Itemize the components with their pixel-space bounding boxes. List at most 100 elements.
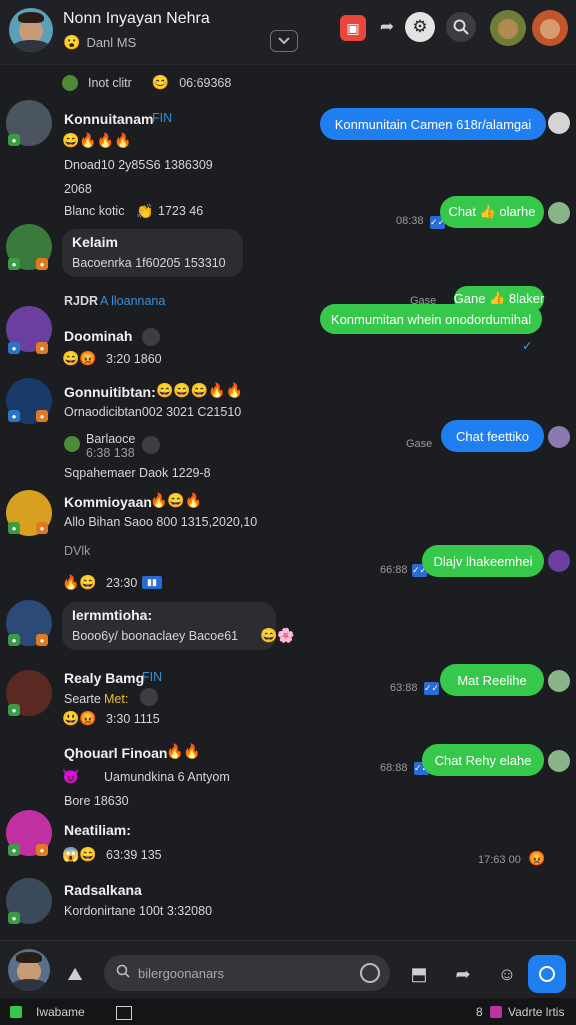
outgoing-message[interactable]: Chat feettiko <box>441 420 544 452</box>
online-badge: ● <box>8 410 20 422</box>
chevron-down-icon[interactable] <box>270 30 298 52</box>
sender-name: Neatiliam: <box>64 822 131 838</box>
send-button[interactable] <box>528 955 566 993</box>
share-arrow-icon[interactable]: ➦ <box>372 12 402 42</box>
message-text: Searte <box>64 692 101 706</box>
send-icon <box>539 966 555 982</box>
reaction-row: 😱😄 <box>62 846 97 862</box>
sticker-icon[interactable] <box>360 963 380 983</box>
status-bar: Iwabame 8 Vadrte lrtis <box>0 998 576 1025</box>
group-avatar-2[interactable] <box>532 10 568 46</box>
message-time: 08:38 <box>396 215 424 227</box>
message-time: 23:30 <box>106 576 138 590</box>
reaction-row: 😄🌸 <box>260 627 295 643</box>
message-time: 17:63 00 <box>478 854 521 866</box>
outgoing-message[interactable]: Dlajv lhakeemhei <box>422 545 544 577</box>
notification-badge: ● <box>36 342 48 354</box>
message-input-box[interactable] <box>104 955 390 991</box>
contact-status: 😮 Danl MS <box>63 34 136 51</box>
message-text: Blanc kotic <box>64 204 125 218</box>
notification-badge: ● <box>36 844 48 856</box>
read-avatar <box>548 550 570 572</box>
app-icon <box>10 1006 22 1018</box>
sender-tag: FIN <box>152 111 173 125</box>
reaction-row: 😄😡 <box>62 350 97 366</box>
chat-header: Nonn Inyayan Nehra 😮 Danl MS ▣ ➦ ⚙ <box>0 0 576 65</box>
my-avatar[interactable] <box>8 949 50 991</box>
reaction-row: 🔥😄🔥 <box>150 492 203 508</box>
sender-name: Kommioyaan <box>64 494 152 510</box>
gallery-icon[interactable]: ⬒ <box>406 961 432 987</box>
outgoing-message[interactable]: Konmumitan whein onodordumihal <box>320 304 542 334</box>
keyboard-icon[interactable] <box>116 1006 132 1020</box>
status-right-label: Vadrte lrtis <box>508 1005 565 1019</box>
online-badge: ● <box>8 522 20 534</box>
message-text: Bacoenrka 1f60205 153310 <box>72 256 226 270</box>
outgoing-message[interactable]: Chat 👍 olarhe <box>440 196 544 228</box>
forward-icon[interactable]: ➦ <box>450 961 476 987</box>
message-time: 66:88 <box>380 564 408 576</box>
settings-icon[interactable]: ⚙ <box>405 12 435 42</box>
message-text: Bore 18630 <box>64 794 129 808</box>
notification-badge: ● <box>36 258 48 270</box>
contact-name: Nonn Inyayan Nehra <box>63 10 210 27</box>
online-badge: ● <box>8 634 20 646</box>
separator-time: 06:69368 <box>179 75 232 90</box>
reaction-row: 🔥🔥 <box>166 743 201 759</box>
sender-name: Iermmtioha: <box>72 607 153 623</box>
message-time: 68:88 <box>380 762 408 774</box>
message-time: 3:30 1115 <box>106 712 160 726</box>
reaction-row: 😡 <box>528 850 546 866</box>
message-time: 1723 46 <box>158 204 204 218</box>
message-text: Dnoad10 2y85S6 1386309 <box>64 158 213 172</box>
separator-label: Inot clitr <box>88 75 132 90</box>
status-emoji: 😮 <box>63 34 81 50</box>
sender-name: Konnuitanam <box>64 111 154 127</box>
online-badge: ● <box>8 844 20 856</box>
menu-dot-icon[interactable] <box>140 688 158 706</box>
status-left-label: Iwabame <box>36 1005 85 1019</box>
globe-icon <box>62 74 78 91</box>
message-list[interactable]: Inot clitr 😊 06:69368 ● Konnuitanam FIN … <box>0 64 576 940</box>
reaction-row: 😃😡 <box>62 710 97 726</box>
notification-badge: ● <box>36 634 48 646</box>
message-text: Allo Bihan Saoo 800 1315,2020,10 <box>64 515 258 529</box>
compose-bar: ⛰ ⬒ ➦ ☺ Iwabame 8 Vadrte lrtis <box>0 940 576 1025</box>
gift-icon[interactable]: ▣ <box>340 15 366 41</box>
group-avatar-1[interactable] <box>490 10 526 46</box>
message-text: Ornaodicibtan002 3021 C21510 <box>64 405 242 419</box>
read-avatar <box>548 670 570 692</box>
contact-avatar[interactable] <box>9 8 53 52</box>
menu-dot-icon[interactable] <box>142 328 160 346</box>
search-icon[interactable] <box>446 12 476 42</box>
message-input[interactable] <box>136 964 350 982</box>
online-badge: ● <box>8 342 20 354</box>
sender-name: Gonnuitibtan: <box>64 384 156 400</box>
read-avatar <box>548 202 570 224</box>
emoji-icon[interactable]: ☺ <box>494 961 520 987</box>
search-icon <box>116 964 130 983</box>
message-tag: Met: <box>104 692 129 706</box>
sender-name: Doominah <box>64 328 133 344</box>
sender-name: Qhouarl Finoan <box>64 745 168 761</box>
camera-icon[interactable]: ⛰ <box>62 961 88 987</box>
menu-dot-icon[interactable] <box>142 436 160 454</box>
read-receipt-icon: ✓✓ <box>423 682 440 695</box>
outgoing-message[interactable]: Mat Reelihe <box>440 664 544 696</box>
message-text: 2068 <box>64 182 92 196</box>
attachment-label: DVlk <box>64 544 91 558</box>
app-badge-icon <box>490 1006 502 1018</box>
outgoing-message[interactable]: Konmunitain Camen 618r/alamgai <box>320 108 546 140</box>
message-time: 63:39 135 <box>106 848 162 862</box>
online-badge: ● <box>8 258 20 270</box>
notification-badge: ● <box>36 410 48 422</box>
notification-badge: ● <box>36 522 48 534</box>
read-avatar <box>548 426 570 448</box>
reaction-row: 😄😄😄🔥🔥 <box>156 382 244 398</box>
read-receipt-icon: ✓ <box>522 339 533 353</box>
reaction-emoji: 👏 <box>136 203 154 219</box>
message-text: Booo6y/ boonaclaey Bacoe61 <box>72 629 239 643</box>
outgoing-message[interactable]: Chat Rehy elahe <box>422 744 544 776</box>
message-text: Barlaoce <box>86 432 136 446</box>
message-time: 6:38 138 <box>86 446 135 460</box>
